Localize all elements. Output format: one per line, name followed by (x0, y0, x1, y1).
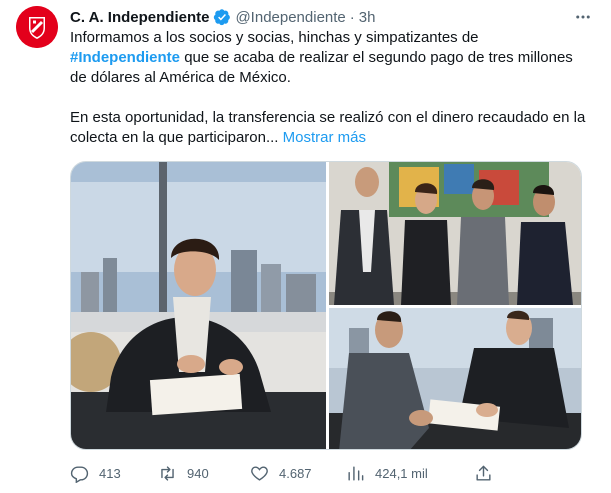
views-button[interactable]: 424,1 mil (346, 464, 428, 483)
author-handle[interactable]: @Independiente (235, 9, 345, 26)
tweet-time[interactable]: 3h (359, 9, 376, 26)
tweet[interactable]: C. A. Independiente @Independiente · 3h … (0, 0, 611, 493)
share-icon (476, 465, 491, 481)
share-button[interactable] (474, 464, 493, 483)
hashtag-link[interactable]: #Independiente (70, 49, 180, 66)
tweet-paragraph-1: Informamos a los socios y socias, hincha… (70, 28, 592, 88)
tweet-header: C. A. Independiente @Independiente · 3h (70, 6, 595, 28)
more-options-icon[interactable] (571, 6, 595, 28)
reply-icon (70, 465, 89, 483)
retweet-icon (161, 465, 174, 481)
show-more-link[interactable]: Mostrar más (283, 129, 366, 146)
text-intro: Informamos a los socios y socias, hincha… (70, 29, 479, 46)
heart-icon (251, 465, 268, 481)
retweet-button[interactable]: 940 (158, 464, 209, 483)
tweet-actions: 413 940 4.687 424,1 mil (70, 460, 510, 486)
independiente-crest-icon (16, 6, 58, 48)
author-name[interactable]: C. A. Independiente (70, 9, 209, 26)
reply-count: 413 (99, 465, 121, 481)
separator-dot: · (349, 8, 355, 26)
reply-button[interactable]: 413 (70, 464, 121, 483)
tweet-text: Informamos a los socios y socias, hincha… (70, 28, 592, 148)
views-count: 424,1 mil (375, 465, 428, 481)
photo-signing-player[interactable] (71, 162, 326, 449)
tweet-paragraph-2: En esta oportunidad, la transferencia se… (70, 108, 592, 148)
like-count: 4.687 (279, 465, 312, 481)
photo-contract-signing[interactable] (329, 308, 581, 449)
views-chart-icon (348, 465, 364, 481)
like-button[interactable]: 4.687 (250, 464, 312, 483)
retweet-count: 940 (187, 465, 209, 481)
verified-badge-icon (214, 9, 231, 26)
avatar[interactable] (16, 6, 58, 48)
media-grid (70, 161, 582, 450)
photo-group-pose[interactable] (329, 162, 581, 305)
